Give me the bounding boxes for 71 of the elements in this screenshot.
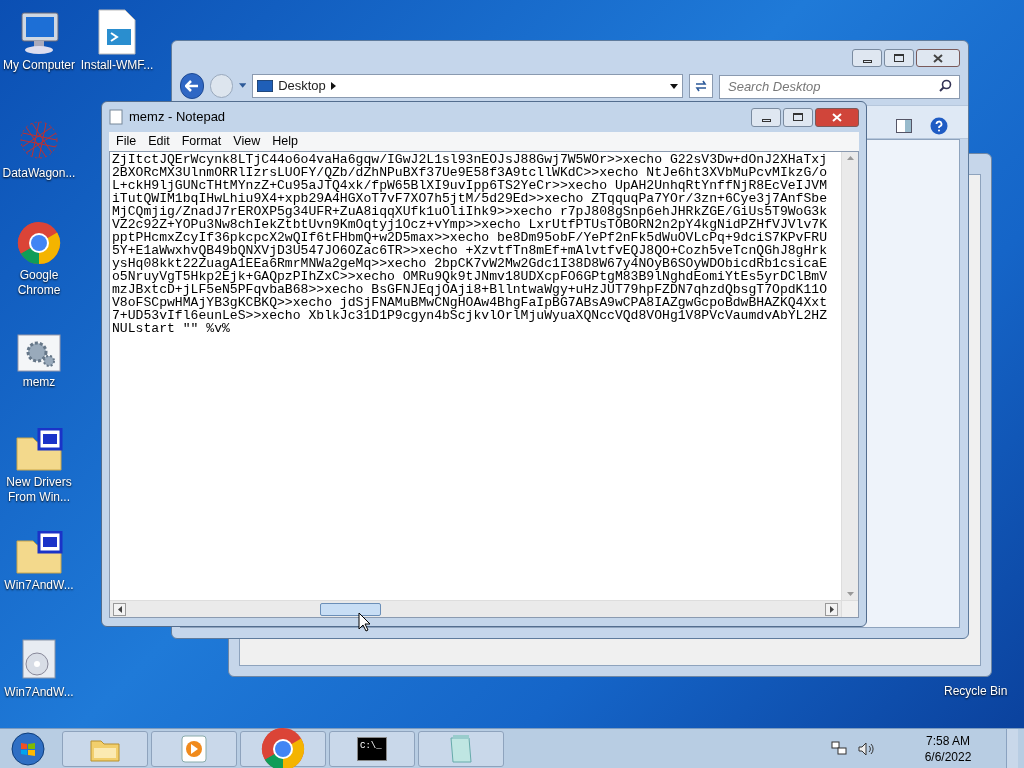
- menu-item[interactable]: Format: [176, 132, 227, 151]
- icon-label: memz: [21, 375, 57, 390]
- refresh-button[interactable]: [688, 74, 713, 98]
- help-icon[interactable]: [930, 117, 948, 135]
- clock[interactable]: 7:58 AM 6/6/2022: [893, 732, 1003, 765]
- gear-icon: [17, 334, 61, 372]
- icon-label: Win7AndW...: [3, 685, 75, 700]
- notepad-icon: [447, 733, 475, 764]
- icon-label: DataWagon...: [1, 166, 77, 181]
- address-text: Desktop: [278, 77, 326, 96]
- desktop-icon: [257, 80, 274, 92]
- menu-item[interactable]: Help: [267, 132, 303, 151]
- window-title: memz - Notepad: [129, 108, 226, 127]
- dropdown-icon[interactable]: [669, 83, 678, 89]
- search-field[interactable]: Search Desktop: [719, 74, 960, 99]
- caret-icon[interactable]: [238, 83, 247, 89]
- address-bar[interactable]: Desktop: [252, 74, 683, 98]
- installer-icon: [19, 636, 59, 682]
- left-arrow-icon: [117, 605, 122, 613]
- network-icon[interactable]: [831, 740, 847, 757]
- preview-pane-icon[interactable]: [896, 119, 912, 133]
- icon-label: My Computer: [2, 58, 76, 73]
- scrollbar-corner: [841, 600, 858, 617]
- close-button[interactable]: [916, 49, 960, 67]
- right-arrow-icon: [829, 605, 834, 613]
- folder-icon: [15, 428, 63, 472]
- desktop-icon[interactable]: New Drivers From Win...: [0, 422, 78, 505]
- play-icon: [181, 734, 207, 763]
- scroll-thumb[interactable]: [320, 602, 381, 616]
- close-icon: [832, 112, 842, 122]
- back-arrow-icon: [185, 80, 200, 92]
- desktop-icon[interactable]: My Computer: [0, 5, 78, 73]
- horizontal-scrollbar[interactable]: [110, 600, 841, 617]
- scroll-left-button[interactable]: [113, 602, 126, 616]
- refresh-icon: [693, 80, 708, 92]
- search-icon: [939, 79, 952, 92]
- icon-label: Win7AndW...: [3, 578, 75, 593]
- icon-label[interactable]: Recycle Bin: [944, 682, 1008, 700]
- folder-icon: [15, 531, 63, 575]
- minimize-button[interactable]: [852, 49, 882, 67]
- icon-label: Google Chrome: [16, 268, 62, 298]
- desktop-icon[interactable]: Win7AndW...: [0, 525, 78, 593]
- menu-item[interactable]: Edit: [143, 132, 175, 151]
- back-button[interactable]: [180, 73, 205, 99]
- chrome-icon: [261, 726, 305, 768]
- chevron-right-icon: [330, 82, 336, 90]
- desktop-icon[interactable]: memz: [0, 322, 78, 390]
- maximize-button[interactable]: [884, 49, 914, 67]
- minimize-button[interactable]: [751, 107, 781, 127]
- menu-item[interactable]: View: [228, 132, 266, 151]
- icon-label: New Drivers From Win...: [5, 475, 73, 505]
- scroll-right-button[interactable]: [825, 602, 838, 616]
- chrome-icon: [17, 221, 61, 265]
- clock-date: 6/6/2022: [924, 748, 972, 765]
- taskbar-button[interactable]: C:\_: [329, 730, 415, 767]
- desktop-icon[interactable]: Install-WMF...: [78, 5, 156, 73]
- notepad-icon: [109, 109, 123, 125]
- taskbar-button[interactable]: [151, 730, 237, 767]
- close-icon: [933, 53, 943, 63]
- speaker-icon[interactable]: [858, 741, 874, 756]
- close-button[interactable]: [815, 107, 859, 127]
- menu-item[interactable]: File: [111, 132, 142, 151]
- terminal-icon: C:\_: [357, 736, 387, 761]
- maximize-button[interactable]: [783, 107, 813, 127]
- icon-label: Install-WMF...: [79, 58, 155, 73]
- script-file-icon: [97, 9, 137, 55]
- desktop-icon[interactable]: Win7AndW...: [0, 632, 78, 700]
- desktop-icon[interactable]: DataWagon...: [0, 113, 78, 181]
- clock-time: 7:58 AM: [926, 732, 970, 749]
- desktop-icon[interactable]: Google Chrome: [0, 215, 78, 298]
- taskbar-button[interactable]: [240, 730, 326, 767]
